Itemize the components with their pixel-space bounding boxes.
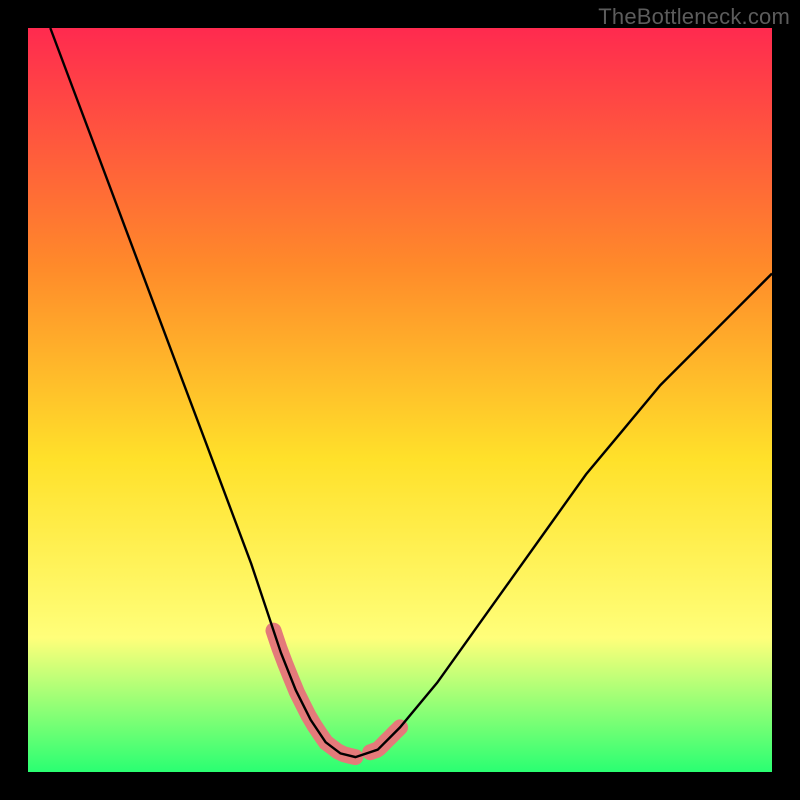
bottleneck-curve bbox=[50, 28, 772, 757]
plot-area bbox=[28, 28, 772, 772]
chart-frame: TheBottleneck.com bbox=[0, 0, 800, 800]
highlight-segments bbox=[274, 631, 401, 758]
watermark-text: TheBottleneck.com bbox=[598, 4, 790, 30]
curve-layer bbox=[28, 28, 772, 772]
